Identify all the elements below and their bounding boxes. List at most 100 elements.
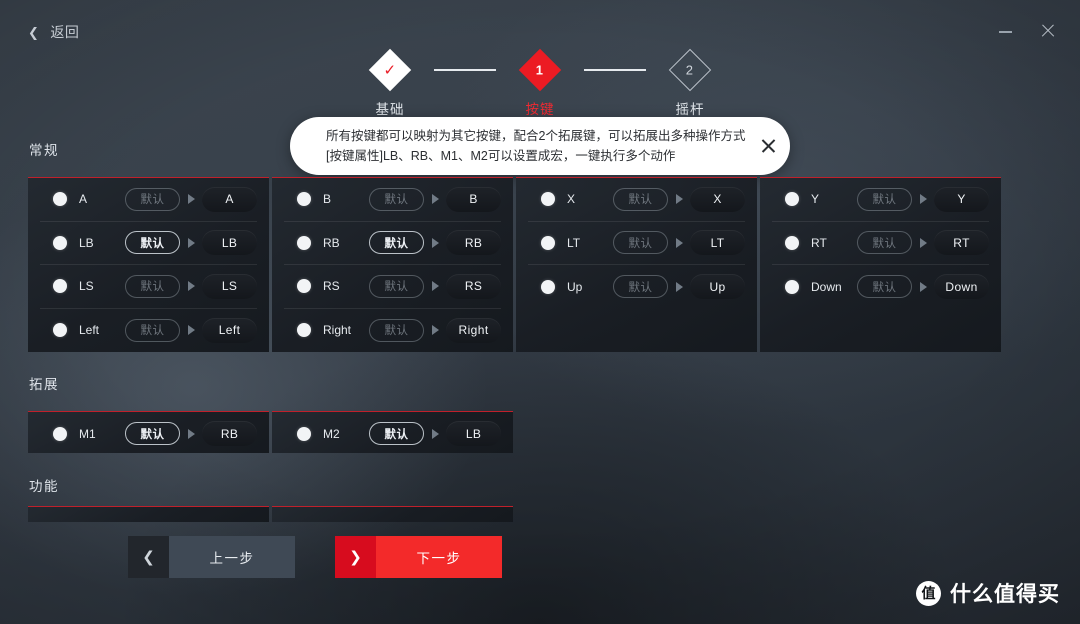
mapping-mode-pill[interactable]: 默认 (125, 187, 181, 211)
back-button[interactable]: ❮ 返回 (28, 22, 79, 42)
destination-button-value[interactable]: LS (202, 273, 257, 299)
general-mapping-panel: Y 默认 Y RT 默认 RT Down 默认 Down (760, 177, 1001, 352)
mapping-arrow-icon (424, 428, 446, 439)
info-tooltip-close-icon[interactable] (745, 117, 793, 175)
mapping-arrow-icon (424, 237, 446, 248)
mapping-row[interactable]: A 默认 A (40, 178, 257, 222)
next-step-label: 下一步 (376, 536, 502, 578)
source-button-label: Y (811, 192, 820, 207)
mapping-row[interactable]: X 默认 X (528, 178, 745, 222)
mapping-mode-pill[interactable]: 默认 (613, 187, 669, 211)
step-basics[interactable]: ✓ 基础 (346, 48, 434, 118)
mapping-row[interactable]: Y 默认 Y (772, 178, 989, 222)
destination-button-value[interactable]: LB (446, 421, 501, 447)
close-icon[interactable] (1038, 21, 1058, 41)
mapping-arrow-icon (912, 237, 934, 248)
mapping-mode-pill[interactable]: 默认 (857, 187, 913, 211)
mapping-row[interactable]: M2 默认 LB (284, 412, 501, 456)
mapping-row[interactable]: RS 默认 RS (284, 265, 501, 309)
destination-button-value[interactable]: A (202, 186, 257, 212)
watermark: 值 什么值得买 (916, 578, 1060, 608)
info-tooltip-text: 所有按键都可以映射为其它按键，配合2个拓展键，可以拓展出多种操作方式 [按键属性… (290, 126, 745, 167)
mapping-mode-pill[interactable]: 默认 (369, 187, 425, 211)
window-controls (996, 21, 1058, 41)
mapping-row[interactable]: Down 默认 Down (772, 265, 989, 309)
destination-button-value[interactable]: Y (934, 186, 989, 212)
mapping-row[interactable]: RT 默认 RT (772, 222, 989, 265)
mapping-row[interactable]: Up 默认 Up (528, 265, 745, 309)
destination-button-value[interactable]: RS (446, 273, 501, 299)
mapping-row[interactable]: RB 默认 RB (284, 222, 501, 265)
section-label-function: 功能 (29, 479, 59, 494)
next-step-button[interactable]: ❯ 下一步 (335, 536, 502, 578)
destination-button-value[interactable]: RB (446, 230, 501, 256)
step-buttons-marker: 1 (518, 48, 562, 92)
step-basics-marker: ✓ (368, 48, 412, 92)
expand-mapping-panel: M1 默认 RB (28, 411, 269, 453)
step-sticks[interactable]: 2 摇杆 (646, 48, 734, 118)
wizard-stepper: ✓ 基础 1 按键 2 摇杆 (0, 48, 1080, 118)
previous-step-button[interactable]: ❮ 上一步 (128, 536, 295, 578)
step-buttons-number: 1 (536, 62, 544, 78)
mapping-mode-pill[interactable]: 默认 (613, 275, 669, 299)
destination-button-value[interactable]: LT (690, 230, 745, 256)
mapping-mode-pill[interactable]: 默认 (125, 318, 181, 342)
step-sticks-marker: 2 (668, 48, 712, 92)
mapping-mode-pill[interactable]: 默认 (369, 274, 425, 298)
mapping-indicator-icon (53, 192, 67, 207)
mapping-mode-pill[interactable]: 默认 (857, 275, 913, 299)
source-button-label: X (567, 192, 576, 207)
destination-button-value[interactable]: Up (690, 274, 745, 300)
mapping-arrow-icon (424, 281, 446, 292)
mapping-row[interactable]: LS 默认 LS (40, 265, 257, 309)
destination-button-value[interactable]: Right (446, 317, 501, 343)
destination-button-value[interactable]: Left (202, 317, 257, 343)
step-connector-1 (434, 69, 496, 71)
mapping-mode-pill[interactable]: 默认 (857, 231, 913, 255)
mapping-mode-pill[interactable]: 默认 (613, 231, 669, 255)
mapping-row[interactable]: LB 默认 LB (40, 222, 257, 265)
mapping-mode-pill[interactable]: 默认 (125, 231, 181, 255)
info-tooltip-line-1: 所有按键都可以映射为其它按键，配合2个拓展键，可以拓展出多种操作方式 (326, 128, 746, 143)
mapping-arrow-icon (180, 237, 202, 248)
function-panel-row (28, 506, 513, 522)
minimize-icon[interactable] (996, 21, 1016, 41)
mapping-indicator-icon (785, 192, 799, 207)
mapping-row[interactable]: Left 默认 Left (40, 309, 257, 353)
destination-button-value[interactable]: Down (934, 274, 989, 300)
mapping-row[interactable]: B 默认 B (284, 178, 501, 222)
source-button-label: Down (811, 279, 842, 294)
section-label-expand: 拓展 (29, 377, 59, 392)
mapping-row[interactable]: Right 默认 Right (284, 309, 501, 353)
watermark-logo-icon: 值 (916, 580, 941, 606)
mapping-arrow-icon (668, 194, 690, 205)
destination-button-value[interactable]: B (446, 186, 501, 212)
mapping-mode-pill[interactable]: 默认 (125, 274, 181, 298)
mapping-mode-pill[interactable]: 默认 (369, 231, 425, 255)
info-tooltip: 所有按键都可以映射为其它按键，配合2个拓展键，可以拓展出多种操作方式 [按键属性… (290, 117, 790, 175)
mapping-row[interactable]: LT 默认 LT (528, 222, 745, 265)
mapping-row[interactable]: M1 默认 RB (40, 412, 257, 456)
mapping-indicator-icon (53, 426, 67, 441)
source-button-label: M1 (79, 426, 96, 441)
step-buttons[interactable]: 1 按键 (496, 48, 584, 118)
function-mapping-panel (272, 506, 513, 522)
step-connector-2 (584, 69, 646, 71)
destination-button-value[interactable]: LB (202, 230, 257, 256)
mapping-mode-pill[interactable]: 默认 (125, 422, 181, 446)
mapping-mode-pill[interactable]: 默认 (369, 318, 425, 342)
destination-button-value[interactable]: RB (202, 421, 257, 447)
check-icon: ✓ (383, 61, 397, 79)
previous-step-label: 上一步 (169, 536, 295, 578)
source-button-label: LB (79, 235, 94, 250)
general-mapping-panel: X 默认 X LT 默认 LT Up 默认 Up (516, 177, 757, 352)
expand-panel-row: M1 默认 RB M2 默认 LB (28, 411, 513, 453)
back-button-label: 返回 (50, 24, 80, 40)
mapping-arrow-icon (912, 194, 934, 205)
mapping-indicator-icon (785, 235, 799, 250)
step-buttons-label: 按键 (525, 102, 555, 117)
destination-button-value[interactable]: RT (934, 230, 989, 256)
destination-button-value[interactable]: X (690, 186, 745, 212)
mapping-mode-pill[interactable]: 默认 (369, 422, 425, 446)
mapping-arrow-icon (424, 325, 446, 336)
